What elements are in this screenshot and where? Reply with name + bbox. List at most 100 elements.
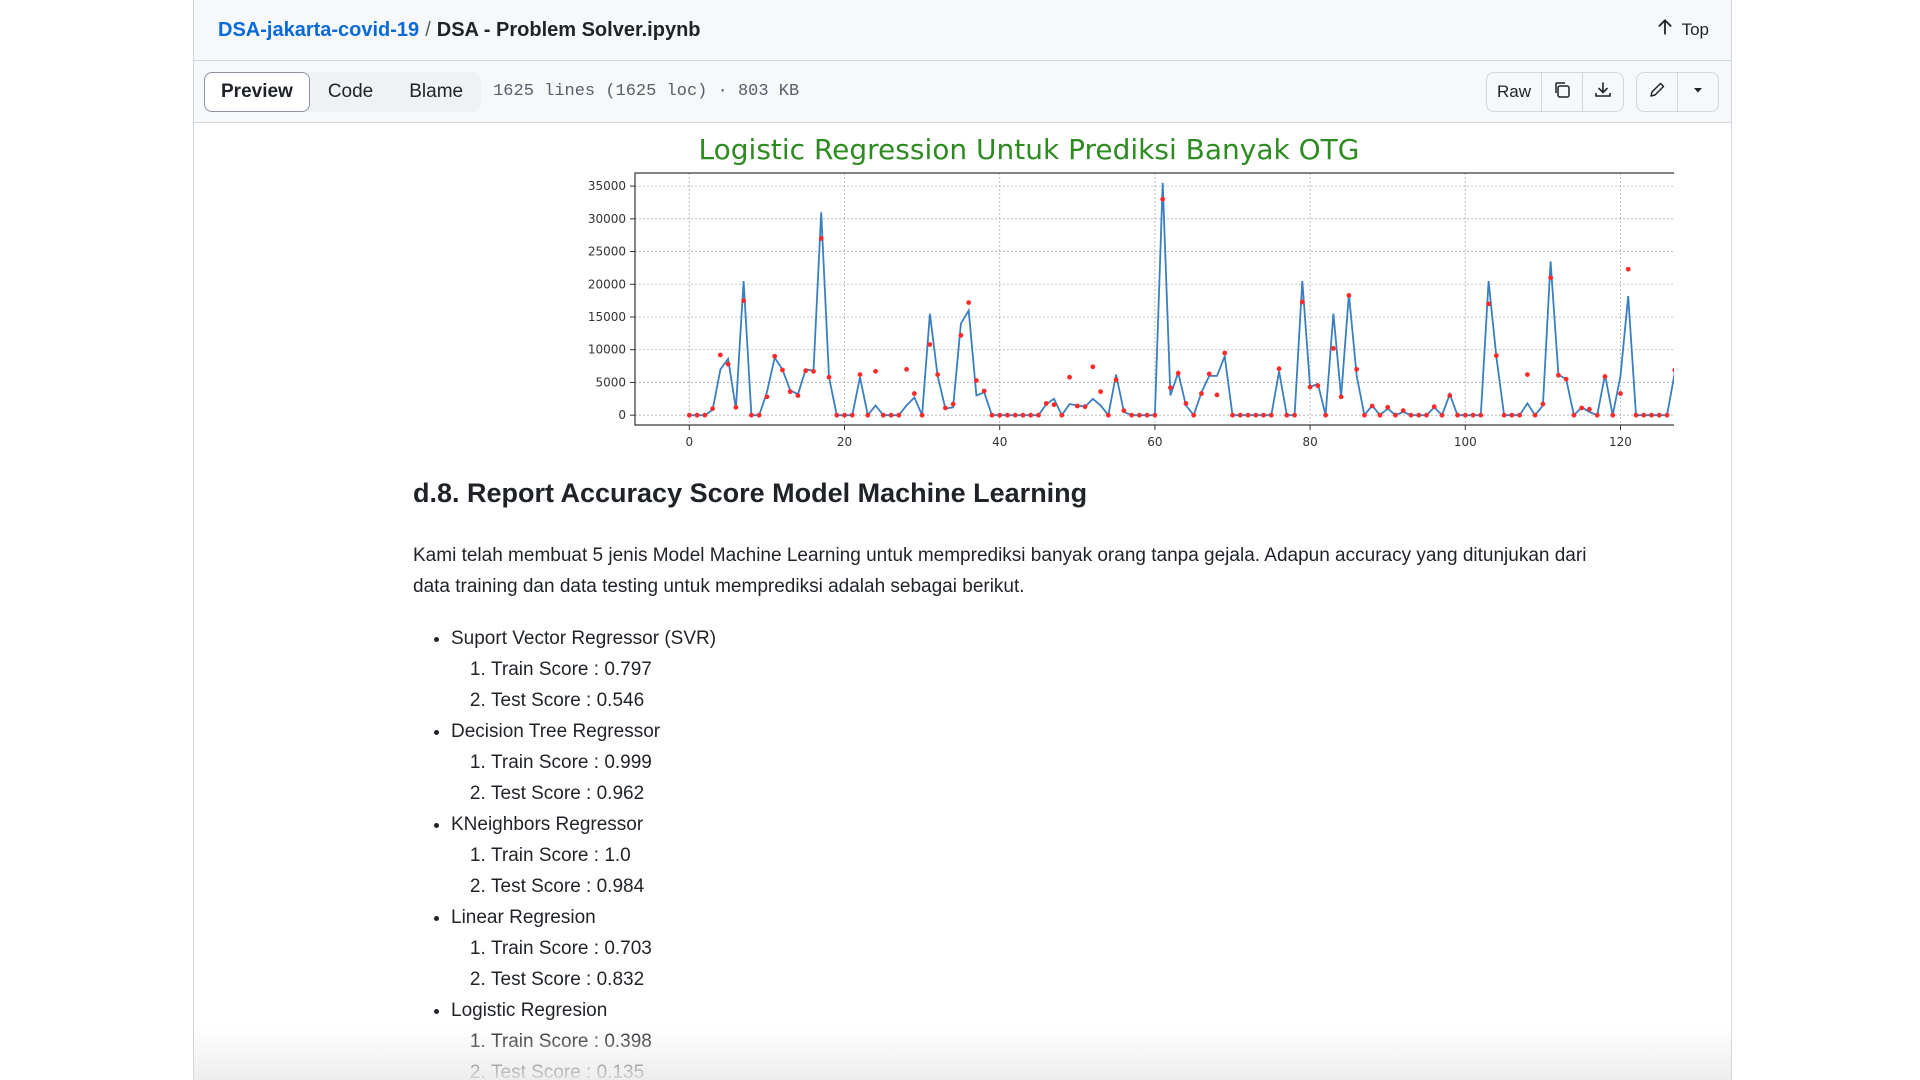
actual-point — [710, 406, 715, 412]
model-name: Decision Tree Regressor — [451, 721, 661, 742]
edit-group — [1636, 72, 1719, 112]
actual-point — [1253, 412, 1259, 418]
model-list: Suport Vector Regressor (SVR) Train Scor… — [413, 623, 716, 1080]
actual-point — [725, 361, 731, 367]
actual-point — [1641, 412, 1647, 418]
score-list: Train Score : 0.398 Test Score : 0.135 — [451, 1026, 716, 1080]
actual-point — [818, 236, 824, 241]
test-score: Test Score : 0.962 — [491, 778, 716, 809]
actual-point — [795, 393, 801, 398]
actual-point — [997, 412, 1003, 418]
y-tick-label: 15000 — [588, 310, 626, 324]
actual-point — [1230, 412, 1235, 418]
actual-point — [1175, 370, 1181, 376]
actual-point — [1509, 412, 1515, 418]
actual-point — [686, 412, 692, 418]
actual-point — [780, 367, 785, 373]
actual-point — [1152, 412, 1158, 418]
actual-point — [1323, 412, 1329, 418]
y-tick-label: 20000 — [588, 277, 626, 291]
raw-button[interactable]: Raw — [1487, 73, 1542, 111]
actual-point — [1059, 412, 1065, 418]
actual-point — [1579, 405, 1585, 411]
actual-point — [1036, 412, 1041, 418]
list-item: Suport Vector Regressor (SVR) Train Scor… — [451, 623, 716, 716]
actual-point — [764, 394, 770, 400]
actual-point — [1416, 412, 1422, 418]
actual-point — [1121, 408, 1127, 413]
actual-point — [702, 412, 708, 418]
model-name: Logistic Regresion — [451, 1000, 608, 1021]
test-score: Test Score : 0.984 — [491, 871, 716, 902]
edit-button[interactable] — [1637, 73, 1678, 111]
pencil-icon — [1647, 80, 1667, 105]
actual-point — [1012, 412, 1018, 418]
actual-point — [1532, 412, 1538, 418]
x-tick-label: 20 — [837, 435, 852, 449]
actual-point — [1610, 412, 1616, 418]
actual-point — [1330, 346, 1336, 351]
copy-icon — [1552, 80, 1572, 105]
actual-point — [1346, 293, 1352, 298]
actual-point — [1393, 412, 1398, 418]
actual-point — [1245, 412, 1251, 418]
actual-point — [1268, 412, 1274, 418]
actual-point — [842, 412, 847, 418]
actual-point — [748, 412, 754, 418]
list-item: Logistic Regresion Train Score : 0.398 T… — [451, 995, 716, 1080]
actual-point — [1168, 385, 1173, 391]
actual-point — [1307, 384, 1313, 390]
actual-point — [1183, 401, 1189, 406]
actual-point — [981, 388, 987, 394]
copy-button[interactable] — [1542, 73, 1583, 111]
actual-point — [1447, 393, 1453, 398]
actual-point — [880, 412, 886, 418]
list-item: Decision Tree Regressor Train Score : 0.… — [451, 716, 716, 809]
download-icon — [1593, 80, 1613, 105]
actual-point — [1191, 412, 1197, 418]
view-mode-tabs: Preview Code Blame — [204, 71, 482, 112]
actual-point — [1105, 412, 1111, 418]
breadcrumb-repo-link[interactable]: DSA-jakarta-covid-19 — [218, 19, 419, 41]
x-tick-label: 60 — [1147, 435, 1162, 449]
actual-point — [927, 342, 933, 347]
actual-point — [1455, 412, 1460, 418]
actual-point — [1633, 412, 1639, 418]
breadcrumb-file-name: DSA - Problem Solver.ipynb — [436, 18, 701, 41]
file-header: DSA-jakarta-covid-19 /DSA - Problem Solve… — [194, 0, 1731, 61]
actual-point — [1090, 364, 1096, 370]
score-list: Train Score : 1.0 Test Score : 0.984 — [451, 840, 716, 902]
test-score: Test Score : 0.135 — [491, 1057, 716, 1080]
actual-point — [1462, 412, 1468, 418]
y-tick-label: 10000 — [588, 343, 626, 357]
tab-code[interactable]: Code — [310, 72, 391, 112]
file-actions: Raw — [1485, 72, 1719, 112]
actual-point — [1587, 406, 1592, 412]
actual-point — [1051, 402, 1057, 408]
y-tick-label: 5000 — [595, 375, 626, 389]
y-tick-label: 25000 — [588, 245, 626, 259]
file-viewer: DSA-jakarta-covid-19 /DSA - Problem Solve… — [193, 0, 1732, 1080]
otg-prediction-chart: 0204060801001201400500010000150002000025… — [588, 172, 1674, 449]
caret-down-icon — [1688, 80, 1708, 105]
actual-point — [935, 372, 941, 377]
tab-blame[interactable]: Blame — [391, 72, 481, 112]
actual-point — [1493, 353, 1499, 359]
train-score: Train Score : 1.0 — [491, 840, 716, 871]
actual-point — [849, 412, 855, 418]
download-button[interactable] — [1583, 73, 1623, 111]
test-score: Test Score : 0.546 — [491, 685, 716, 716]
model-name: Suport Vector Regressor (SVR) — [451, 628, 717, 649]
actual-point — [1067, 374, 1072, 380]
actual-point — [966, 300, 972, 305]
actual-point — [741, 298, 747, 304]
actual-point — [1548, 275, 1554, 281]
actual-point — [1594, 412, 1600, 418]
top-link[interactable]: Top — [1656, 18, 1709, 41]
actual-point — [1501, 412, 1507, 418]
actual-point — [1276, 366, 1282, 372]
actual-point — [1377, 412, 1383, 418]
more-edit-options-button[interactable] — [1678, 73, 1718, 111]
tab-preview[interactable]: Preview — [204, 71, 310, 112]
actual-point — [1299, 299, 1305, 305]
